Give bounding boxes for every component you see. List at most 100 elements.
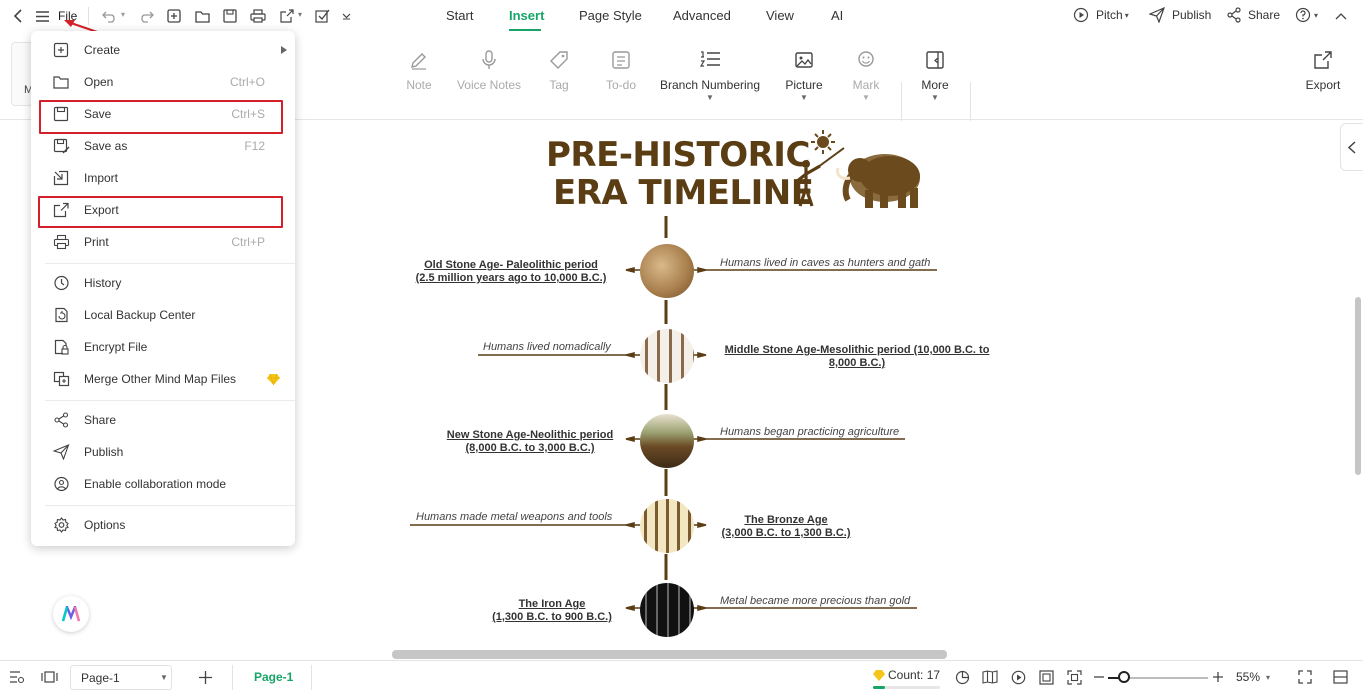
panel-toggle-icon[interactable]	[1331, 668, 1349, 686]
export-tool[interactable]: Export	[1278, 50, 1363, 92]
tab-ai[interactable]: AI	[831, 8, 843, 23]
help-button[interactable]: ▾	[1295, 7, 1318, 23]
neolithic-era-node[interactable]: New Stone Age-Neolithic period (8,000 B.…	[440, 429, 620, 455]
iron-age-description[interactable]: Metal became more precious than gold	[720, 595, 910, 607]
era-name: The Bronze Age	[744, 514, 828, 526]
save-highlight-box	[39, 100, 283, 134]
customize-toolbar-chevron-icon[interactable]	[339, 6, 353, 26]
neolithic-description[interactable]: Humans began practicing agriculture	[720, 426, 899, 438]
menu-item-import[interactable]: Import	[31, 162, 295, 194]
iron-age-era-node[interactable]: The Iron Age (1,300 B.C. to 900 B.C.)	[485, 598, 619, 624]
neolithic-image[interactable]	[640, 414, 694, 468]
menu-item-label: Merge Other Mind Map Files	[84, 372, 237, 386]
tab-insert[interactable]: Insert	[509, 8, 544, 23]
menu-item-share[interactable]: Share	[31, 404, 295, 436]
export-icon[interactable]	[278, 6, 296, 26]
mark-icon	[858, 51, 874, 67]
publish-button[interactable]: Publish	[1149, 7, 1211, 23]
zoom-slider-handle[interactable]	[1118, 671, 1130, 683]
tab-view[interactable]: View	[766, 8, 794, 23]
era-dates: (8,000 B.C. to 3,000 B.C.)	[465, 442, 595, 454]
picture-caret-icon: ▼	[800, 93, 808, 102]
tab-start[interactable]: Start	[446, 8, 473, 23]
menu-item-save-as[interactable]: Save as F12	[31, 130, 295, 162]
bronze-age-description[interactable]: Humans made metal weapons and tools	[416, 511, 612, 523]
bronze-age-era-node[interactable]: The Bronze Age (3,000 B.C. to 1,300 B.C.…	[717, 514, 855, 540]
tab-page-style[interactable]: Page Style	[579, 8, 642, 23]
menu-item-label: Share	[84, 413, 117, 427]
paleolithic-description[interactable]: Humans lived in caves as hunters and gat…	[720, 257, 930, 269]
theme-pie-icon[interactable]	[953, 668, 971, 686]
menu-item-local-backup-center[interactable]: Local Backup Center	[31, 299, 295, 331]
clock-icon	[54, 275, 69, 291]
page-list-icon[interactable]	[8, 668, 26, 686]
menu-item-enable-collaboration[interactable]: Enable collaboration mode	[31, 468, 295, 500]
open-folder-icon[interactable]	[193, 6, 211, 26]
vertical-scrollbar[interactable]	[1355, 297, 1361, 475]
mesolithic-era-node[interactable]: Middle Stone Age-Mesolithic period (10,0…	[722, 344, 992, 370]
mesolithic-image[interactable]	[640, 329, 694, 383]
print-icon[interactable]	[249, 6, 267, 26]
paleolithic-image[interactable]	[640, 244, 694, 298]
caveman-mammoth-illustration	[795, 130, 920, 208]
zoom-in-icon[interactable]	[1211, 668, 1225, 686]
menu-item-create[interactable]: Create	[31, 34, 295, 66]
merge-icon	[53, 371, 70, 387]
hamburger-menu-icon[interactable]	[33, 6, 51, 26]
menu-item-open[interactable]: Open Ctrl+O	[31, 66, 295, 98]
branch-numbering-tool[interactable]: Branch Numbering ▼	[660, 50, 760, 103]
count-label: Count: 17	[888, 668, 941, 682]
export-icon	[1314, 51, 1332, 69]
era-dates: (3,000 B.C. to 1,300 B.C.)	[721, 527, 851, 539]
fit-page-icon[interactable]	[1037, 668, 1055, 686]
task-check-icon[interactable]	[313, 6, 331, 26]
todo-tool[interactable]: To-do	[576, 50, 666, 92]
undo-icon[interactable]	[100, 6, 118, 26]
new-file-icon[interactable]	[165, 6, 183, 26]
menu-item-shortcut: Ctrl+P	[231, 235, 265, 249]
page-thumbnail-icon[interactable]	[39, 668, 59, 686]
menu-item-label: Print	[84, 235, 109, 249]
right-panel-toggle[interactable]	[1340, 123, 1363, 171]
menu-item-print[interactable]: Print Ctrl+P	[31, 226, 295, 258]
pitch-button[interactable]: Pitch ▾	[1073, 7, 1129, 23]
slideshow-play-icon[interactable]	[1009, 668, 1027, 686]
bronze-age-image[interactable]	[640, 499, 694, 553]
save-icon[interactable]	[221, 6, 239, 26]
book-view-icon[interactable]	[981, 668, 999, 686]
export-label: Export	[1305, 78, 1341, 92]
add-page-icon[interactable]	[196, 668, 214, 686]
more-tool[interactable]: More ▼	[890, 50, 980, 103]
premium-gem-icon	[267, 374, 280, 385]
branch-numbering-caret-icon: ▼	[706, 93, 714, 102]
undo-dropdown-caret-icon[interactable]: ▾	[121, 10, 125, 19]
note-label: Note	[406, 78, 432, 92]
zoom-level-dropdown[interactable]: 55% ▾	[1236, 670, 1270, 684]
menu-item-merge-files[interactable]: Merge Other Mind Map Files	[31, 363, 295, 395]
ai-assistant-button[interactable]	[53, 596, 89, 632]
share-button[interactable]: Share	[1226, 7, 1280, 23]
page-select-dropdown[interactable]: Page-1 ▼	[70, 665, 172, 690]
timeline-title[interactable]: PRE-HISTORIC ERA TIMELINE	[546, 136, 814, 212]
export-dropdown-caret-icon[interactable]: ▾	[298, 10, 302, 19]
paleolithic-era-node[interactable]: Old Stone Age- Paleolithic period (2.5 m…	[410, 259, 612, 285]
horizontal-scrollbar[interactable]	[392, 650, 947, 659]
fullscreen-icon[interactable]	[1296, 668, 1314, 686]
menu-item-options[interactable]: Options	[31, 509, 295, 541]
menu-item-encrypt-file[interactable]: Encrypt File	[31, 331, 295, 363]
collapse-ribbon-icon[interactable]	[1332, 6, 1350, 26]
menu-item-publish[interactable]: Publish	[31, 436, 295, 468]
zoom-out-icon[interactable]	[1092, 668, 1106, 686]
chevron-down-icon: ▼	[160, 673, 168, 682]
branch-numbering-label: Branch Numbering	[659, 78, 761, 92]
redo-icon[interactable]	[137, 6, 155, 26]
page-tab-active[interactable]: Page-1	[232, 665, 312, 690]
tab-advanced[interactable]: Advanced	[673, 8, 731, 23]
iron-age-image[interactable]	[640, 583, 694, 637]
back-chevron-icon[interactable]	[8, 6, 28, 26]
menu-item-label: Create	[84, 43, 121, 57]
menu-item-history[interactable]: History	[31, 267, 295, 299]
fit-screen-icon[interactable]	[1065, 668, 1083, 686]
mesolithic-description[interactable]: Humans lived nomadically	[483, 341, 611, 353]
backup-icon	[55, 307, 68, 323]
